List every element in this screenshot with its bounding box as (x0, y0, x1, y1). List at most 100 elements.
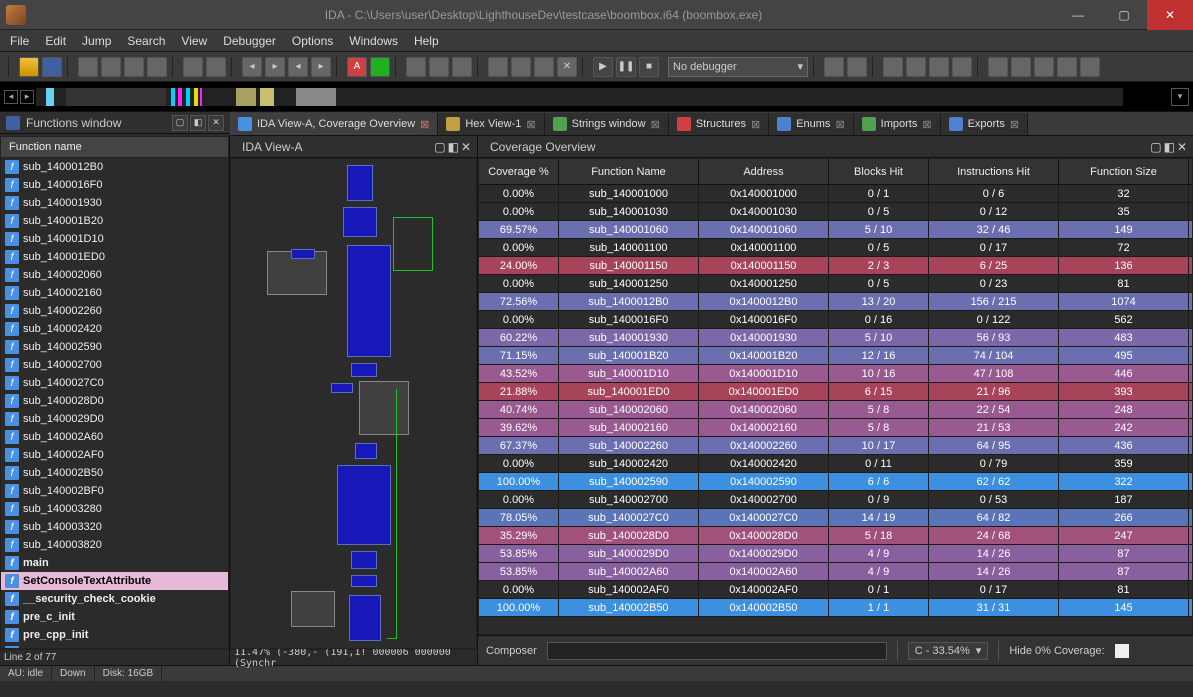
coverage-column-header[interactable]: Function Size (1059, 159, 1189, 184)
tool-icon[interactable] (101, 57, 121, 77)
nav-dropdown-icon[interactable]: ▾ (1171, 88, 1189, 106)
tool-icon[interactable] (847, 57, 867, 77)
tool-icon[interactable] (534, 57, 554, 77)
function-row[interactable]: fpre_cpp_init (1, 626, 228, 644)
run-icon[interactable] (370, 57, 390, 77)
function-row[interactable]: fSetConsoleTextAttribute (1, 572, 228, 590)
tab-close-icon[interactable]: ⊠ (751, 118, 760, 131)
function-row[interactable]: fsub_140002700 (1, 356, 228, 374)
tab-close-icon[interactable]: ⊠ (420, 118, 429, 131)
tool-icon[interactable] (511, 57, 531, 77)
save-icon[interactable] (42, 57, 62, 77)
graph-view[interactable] (230, 158, 477, 649)
coverage-row[interactable]: 71.15%sub_140001B200x140001B2012 / 1674 … (479, 347, 1192, 365)
function-row[interactable]: fsub_140002590 (1, 338, 228, 356)
function-row[interactable]: fsub_1400016F0 (1, 176, 228, 194)
close-icon[interactable]: ✕ (461, 140, 471, 154)
tool-icon[interactable] (124, 57, 144, 77)
menu-debugger[interactable]: Debugger (223, 34, 276, 48)
tab-close-icon[interactable]: ⊠ (651, 118, 660, 131)
arrow-left-icon[interactable]: ◂ (288, 57, 308, 77)
nav-prev-icon[interactable]: ◂ (4, 90, 18, 104)
a-icon[interactable]: A (347, 57, 367, 77)
coverage-row[interactable]: 69.57%sub_1400010600x1400010605 / 1032 /… (479, 221, 1192, 239)
tool-icon[interactable] (488, 57, 508, 77)
coverage-row[interactable]: 0.00%sub_1400010300x1400010300 / 50 / 12… (479, 203, 1192, 221)
menu-view[interactable]: View (181, 34, 207, 48)
coverage-row[interactable]: 43.52%sub_140001D100x140001D1010 / 1647 … (479, 365, 1192, 383)
coverage-column-header[interactable]: Function Name (559, 159, 699, 184)
tool-icon[interactable] (824, 57, 844, 77)
tool-icon[interactable] (988, 57, 1008, 77)
tool-icon[interactable] (952, 57, 972, 77)
menu-search[interactable]: Search (127, 34, 165, 48)
restore-icon[interactable]: ▢ (1150, 140, 1161, 154)
function-row[interactable]: fsub_140002A60 (1, 428, 228, 446)
tool-icon[interactable] (906, 57, 926, 77)
play-icon[interactable]: ▶ (593, 57, 613, 77)
tool-icon[interactable] (883, 57, 903, 77)
coverage-row[interactable]: 0.00%sub_1400012500x1400012500 / 50 / 23… (479, 275, 1192, 293)
tool-icon[interactable] (429, 57, 449, 77)
coverage-row[interactable]: 0.00%sub_1400027000x1400027000 / 90 / 53… (479, 491, 1192, 509)
function-row[interactable]: fsub_140003280 (1, 500, 228, 518)
main-tab[interactable]: Hex View-1⊠ (438, 113, 544, 135)
menu-edit[interactable]: Edit (45, 34, 66, 48)
function-row[interactable]: fsub_1400028D0 (1, 392, 228, 410)
main-tab[interactable]: Exports⊠ (941, 113, 1029, 135)
function-row[interactable]: fsub_140003320 (1, 518, 228, 536)
coverage-row[interactable]: 100.00%sub_1400025900x1400025906 / 662 /… (479, 473, 1192, 491)
function-row[interactable]: fsub_140002AF0 (1, 446, 228, 464)
tool-icon[interactable] (452, 57, 472, 77)
coverage-row[interactable]: 53.85%sub_1400029D00x1400029D04 / 914 / … (479, 545, 1192, 563)
pause-icon[interactable]: ❚❚ (616, 57, 636, 77)
coverage-row[interactable]: 21.88%sub_140001ED00x140001ED06 / 1521 /… (479, 383, 1192, 401)
tool-icon[interactable] (1057, 57, 1077, 77)
nav-next-icon[interactable]: ▸ (20, 90, 34, 104)
function-row[interactable]: fsub_140001D10 (1, 230, 228, 248)
tab-close-icon[interactable]: ⊠ (526, 118, 535, 131)
main-tab[interactable]: Imports⊠ (854, 113, 941, 135)
function-row[interactable]: fsub_140002260 (1, 302, 228, 320)
pin-icon[interactable]: ◧ (448, 140, 459, 154)
coverage-row[interactable]: 0.00%sub_1400016F00x1400016F00 / 160 / 1… (479, 311, 1192, 329)
main-tab[interactable]: Strings window⊠ (545, 113, 669, 135)
coverage-row[interactable]: 0.00%sub_140002AF00x140002AF00 / 10 / 17… (479, 581, 1192, 599)
main-tab[interactable]: Enums⊠ (769, 113, 853, 135)
composer-input[interactable] (547, 642, 887, 660)
functions-window-tab[interactable]: Functions window ▢ ◧ ✕ (0, 112, 230, 134)
coverage-column-header[interactable]: Instructions Hit (929, 159, 1059, 184)
pin-icon[interactable]: ◧ (190, 115, 206, 131)
tab-close-icon[interactable]: ⊠ (835, 118, 844, 131)
coverage-column-header[interactable]: Coverage % (479, 159, 559, 184)
coverage-column-header[interactable]: Blocks Hit (829, 159, 929, 184)
debugger-combo[interactable]: No debugger▾ (668, 57, 808, 77)
function-row[interactable]: fsub_140002B50 (1, 464, 228, 482)
close-icon[interactable]: ✕ (1177, 140, 1187, 154)
coverage-column-header[interactable]: Address (699, 159, 829, 184)
tool-icon[interactable] (1034, 57, 1054, 77)
open-icon[interactable] (19, 57, 39, 77)
menu-help[interactable]: Help (414, 34, 439, 48)
function-row[interactable]: fsub_140002160 (1, 284, 228, 302)
main-tab[interactable]: Structures⊠ (669, 113, 769, 135)
function-row[interactable]: f__security_check_cookie (1, 590, 228, 608)
hide-zero-checkbox[interactable] (1115, 644, 1129, 658)
nav-bar[interactable] (36, 88, 1123, 106)
menu-windows[interactable]: Windows (349, 34, 398, 48)
tab-close-icon[interactable]: ⊠ (922, 118, 931, 131)
close-icon[interactable]: ✕ (208, 115, 224, 131)
coverage-row[interactable]: 24.00%sub_1400011500x1400011502 / 36 / 2… (479, 257, 1192, 275)
delete-icon[interactable]: ✕ (557, 57, 577, 77)
function-row[interactable]: fpre_c_init (1, 608, 228, 626)
minimize-button[interactable]: — (1055, 0, 1101, 30)
coverage-row[interactable]: 60.22%sub_1400019300x1400019305 / 1056 /… (479, 329, 1192, 347)
function-row[interactable]: fsub_140001930 (1, 194, 228, 212)
menu-file[interactable]: File (10, 34, 29, 48)
tool-icon[interactable] (406, 57, 426, 77)
menu-jump[interactable]: Jump (82, 34, 111, 48)
function-row[interactable]: fsub_140002420 (1, 320, 228, 338)
close-button[interactable]: ✕ (1147, 0, 1193, 30)
coverage-row[interactable]: 78.05%sub_1400027C00x1400027C014 / 1964 … (479, 509, 1192, 527)
restore-icon[interactable]: ▢ (172, 115, 188, 131)
